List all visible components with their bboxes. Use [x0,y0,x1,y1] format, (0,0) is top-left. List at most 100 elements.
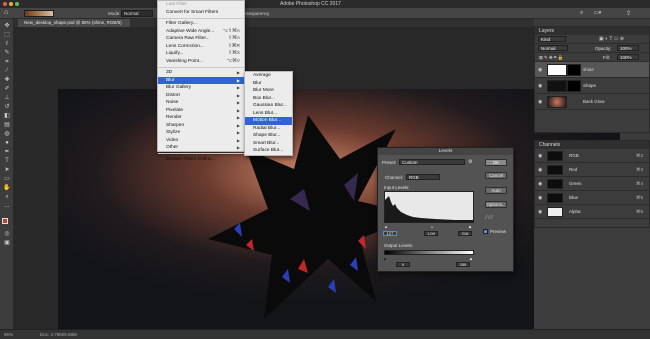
zoom-tool-icon[interactable]: ⌕ [3,194,11,201]
filter-menu-item[interactable]: Distort ▶ [158,92,244,100]
channel-row[interactable]: ◉ Blue ⌘5 [535,191,649,205]
filter-menu-item[interactable]: Noise ▶ [158,99,244,107]
dodge-tool-icon[interactable]: ● [3,140,11,147]
zoom-level[interactable]: 85% [4,332,13,337]
close-window-button[interactable] [3,2,7,6]
lasso-tool-icon[interactable]: ℓ [3,41,11,48]
history-brush-tool-icon[interactable]: ↺ [3,104,11,111]
screen-mode-icon[interactable]: ▣ [3,240,11,247]
marquee-tool-icon[interactable]: ⬚ [3,32,11,39]
filter-menu-item[interactable]: Blur Gallery ▶ [158,84,244,92]
blur-submenu-item[interactable]: Average [245,72,292,80]
input-white-field[interactable]: 216 [458,231,472,236]
filter-menu-item[interactable]: Adaptive Wide Angle... ⌥⇧⌘A [158,28,244,36]
input-black-slider-icon[interactable]: ▲ [384,224,388,229]
blur-submenu-item[interactable]: Blur [245,80,292,88]
zoom-window-button[interactable] [15,2,19,6]
filter-menu-item[interactable]: Other ▶ [158,144,244,152]
filter-menu-item[interactable]: Render ▶ [158,114,244,122]
layer-row[interactable]: ◉ shine [535,62,649,78]
foreground-color-swatch[interactable] [2,218,8,224]
channel-select[interactable]: RGB [406,174,440,180]
shape-tool-icon[interactable]: ▭ [3,176,11,183]
filter-menu-item[interactable]: Vanishing Point... ⌥⌘V [158,58,244,66]
layer-mask-thumbnail[interactable] [567,80,581,92]
layer-mask-thumbnail[interactable] [567,64,581,76]
blur-submenu-item[interactable]: Lens Blur... [245,110,292,118]
blur-submenu-item[interactable]: Smart Blur... [245,140,292,148]
blur-submenu-item[interactable]: Blur More [245,87,292,95]
layer-opacity-field[interactable]: 100% [617,45,639,51]
layer-row[interactable]: ◉ Shape [535,78,649,94]
output-black-field[interactable]: 0 [396,262,410,267]
visibility-eye-icon[interactable]: ◉ [538,153,542,159]
blur-tool-icon[interactable]: ◍ [3,131,11,138]
input-gamma-field[interactable]: 1.00 [424,231,438,236]
brush-tool-icon[interactable]: ✐ [3,86,11,93]
filter-menu-item[interactable]: Camera Raw Filter... ⇧⌘A [158,35,244,43]
healing-tool-icon[interactable]: ✚ [3,77,11,84]
blur-submenu-item[interactable]: Gaussian Blur... [245,102,292,110]
quick-mask-icon[interactable]: ◎ [3,231,11,238]
ok-button[interactable]: OK [485,159,507,166]
channel-row[interactable]: ◉ Green ⌘4 [535,177,649,191]
more-tools-icon[interactable]: … [3,203,11,210]
visibility-eye-icon[interactable]: ◉ [538,67,542,73]
filter-menu-item[interactable]: Blur ▶ [158,76,244,84]
visibility-eye-icon[interactable]: ◉ [538,209,542,215]
layer-blend-mode[interactable]: Normal [538,45,568,51]
layer-row[interactable]: ◉ Back Glow [535,94,649,110]
workspace-icon[interactable]: ▭▾ [594,10,606,17]
output-white-field[interactable]: 255 [456,262,470,267]
channel-row[interactable]: ◉ Alpha ⌘6 [535,205,649,219]
filter-menu-item[interactable]: Video ▶ [158,137,244,145]
filter-menu-item[interactable]: Stylize ▶ [158,129,244,137]
filter-menu-item[interactable]: Lens Correction... ⇧⌘R [158,43,244,51]
gradient-picker[interactable] [24,10,54,17]
filter-menu-item[interactable]: Convert for Smart Filters [158,9,244,17]
cancel-button[interactable]: Cancel [485,172,507,179]
blur-submenu-item[interactable]: Surface Blur... [245,147,292,155]
type-tool-icon[interactable]: T [3,158,11,165]
channel-row[interactable]: ◉ Red ⌘3 [535,163,649,177]
preset-options-icon[interactable]: ⚙ [468,159,476,165]
path-select-tool-icon[interactable]: ➤ [3,167,11,174]
channel-row[interactable]: ◉ RGB ⌘2 [535,149,649,163]
input-gamma-slider-icon[interactable]: ▲ [430,224,434,229]
visibility-eye-icon[interactable]: ◉ [538,83,542,89]
blur-submenu-item[interactable]: Box Blur... [245,95,292,103]
minimize-window-button[interactable] [9,2,13,6]
search-icon[interactable]: ⌕ [580,10,588,17]
visibility-eye-icon[interactable]: ◉ [538,167,542,173]
blur-submenu-item[interactable]: Radial Blur... [245,125,292,133]
options-button[interactable]: Options... [485,201,507,208]
filter-menu-item[interactable]: 3D ▶ [158,69,244,77]
mode-select[interactable]: Normal [121,10,153,17]
filter-menu-item[interactable]: Filter Gallery... [158,20,244,28]
move-tool-icon[interactable]: ✥ [3,23,11,30]
input-white-slider-icon[interactable]: ▲ [468,224,472,229]
layer-fill-field[interactable]: 100% [617,54,639,60]
eraser-tool-icon[interactable]: ◧ [3,113,11,120]
eyedropper-icons[interactable]: ⁄⁄⁄ [486,215,495,221]
blur-submenu-item[interactable]: Motion Blur... [245,117,292,125]
eyedropper-tool-icon[interactable]: ⁄ [3,68,11,75]
visibility-eye-icon[interactable]: ◉ [538,195,542,201]
input-black-field[interactable]: 107 [383,231,397,236]
document-tab[interactable]: New_desktop_shape.psd @ 85% (shine, RGB/… [18,19,130,27]
share-icon[interactable]: ⇪ [626,10,634,17]
layer-kind-filter[interactable]: Kind [538,36,566,42]
gradient-tool-icon[interactable]: ▤ [3,122,11,129]
pen-tool-icon[interactable]: ✒ [3,149,11,156]
blur-submenu-item[interactable]: Shape Blur... [245,132,292,140]
preview-checkbox[interactable]: ✓ [483,229,488,234]
filter-menu-item[interactable]: Liquify... ⇧⌘X [158,50,244,58]
crop-tool-icon[interactable]: ⌗ [3,59,11,66]
output-white-slider-icon[interactable]: ▲ [469,256,473,261]
filter-menu-item[interactable]: Browse Filters Online... [158,156,244,164]
output-black-slider-icon[interactable]: ▲ [383,256,387,261]
stamp-tool-icon[interactable]: ⊥ [3,95,11,102]
visibility-eye-icon[interactable]: ◉ [538,181,542,187]
preset-select[interactable]: Custom [399,159,465,165]
layer-filter-icons[interactable]: ▣ ◐ T ▭ ⊕ [599,36,624,42]
